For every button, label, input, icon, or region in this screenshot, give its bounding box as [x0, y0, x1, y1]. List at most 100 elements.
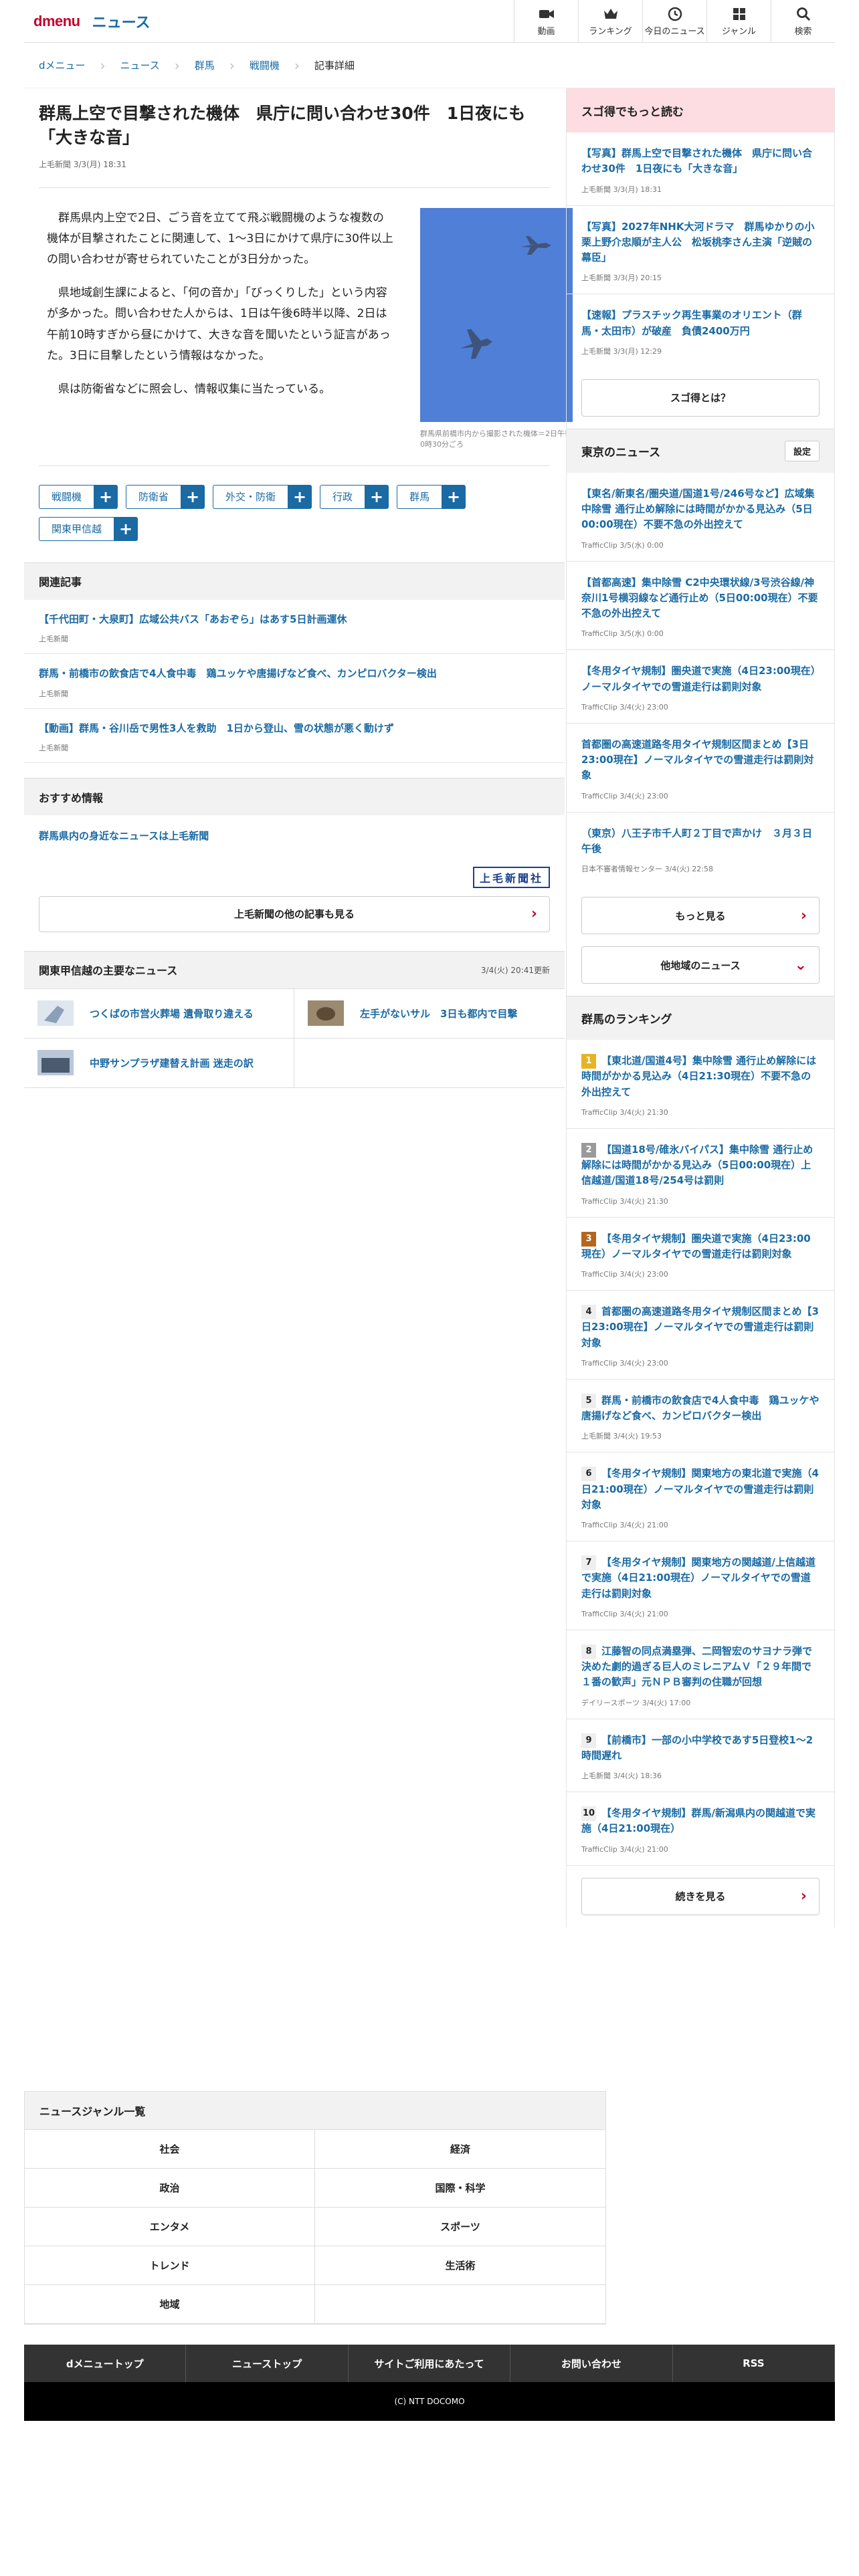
settings-button[interactable]: 設定	[784, 440, 820, 461]
rank-badge: 4	[581, 1305, 596, 1320]
breadcrumb-fighter[interactable]: 戦闘機	[250, 58, 280, 72]
plus-icon[interactable]: +	[94, 484, 118, 509]
jomo-shimbun-logo[interactable]: 上毛新聞社	[472, 866, 550, 888]
fighter-jet-image	[420, 207, 573, 422]
page: dmenu ニュース 動画 ランキング 今日のニュース ジャンル 検索 dメニュ…	[24, 0, 836, 2421]
footer-contact[interactable]: お問い合わせ	[510, 2345, 673, 2382]
nav-genre[interactable]: ジャンル	[706, 0, 771, 43]
breadcrumb-gunma[interactable]: 群馬	[195, 58, 215, 72]
jomo-logo-row: 上毛新聞社	[24, 853, 565, 896]
other-region-button[interactable]: 他地域のニュース ⌄	[581, 946, 820, 984]
rank-badge: 9	[581, 1733, 596, 1748]
tokyo-more-button[interactable]: もっと見る ›	[581, 897, 820, 934]
article-body: 群馬県内上空で2日、ごう音を立てて飛ぶ戦闘機のような複数の機体が目撃されたことに…	[39, 187, 573, 465]
tag-gunma[interactable]: 群馬 +	[397, 484, 466, 509]
news-section-title[interactable]: ニュース	[92, 11, 151, 32]
tag-diplomacy[interactable]: 外交・防衛 +	[213, 484, 312, 509]
footer-news-top[interactable]: ニューストップ	[186, 2345, 349, 2382]
plus-icon[interactable]: +	[114, 516, 138, 541]
ranking-item: 6 【冬用タイヤ規制】関東地方の東北道で実施（4日21:00現在）ノーマルタイヤで…	[567, 1453, 834, 1541]
tokyo-news-item: 【冬用タイヤ規制】圏央道で実施（4日23:00現在）ノーマルタイヤでの雪道走行は…	[567, 650, 834, 724]
chevron-right-icon: ›	[229, 57, 235, 74]
dmenu-logo[interactable]: dmenu	[33, 13, 80, 30]
site-header: dmenu ニュース 動画 ランキング 今日のニュース ジャンル 検索	[24, 0, 835, 43]
major-news-heading: 関東甲信越の主要なニュース	[39, 964, 178, 977]
sidebar: スゴ得でもっと読む 【写真】群馬上空で目撃された機体 県庁に問い合わせ30件 1…	[566, 88, 835, 1927]
related-item: 【千代田町・大泉町】広域公共バス「あおぞら」はあす5日計画運休 上毛新聞	[24, 600, 565, 654]
recommend-heading: おすすめ情報	[24, 778, 565, 815]
genre-item[interactable]: 経済	[315, 2130, 605, 2169]
genre-heading: ニュースジャンル一覧	[24, 2091, 606, 2130]
major-news-item[interactable]: つくばの市営火葬場 遺骨取り違える	[24, 988, 294, 1039]
ranking-item: 7 【冬用タイヤ規制】関東地方の関越道/上信越道で実施（4日21:00現在）ノーマ…	[567, 1541, 834, 1630]
ranking-item: 1 【東北道/国道4号】集中除雪 通行止め解除には時間がかかる見込み（4日21:3…	[567, 1040, 834, 1129]
ranking-link[interactable]: 2 【国道18号/碓氷バイパス】集中除雪 通行止め解除には時間がかかる見込み（5日…	[581, 1142, 820, 1189]
genre-empty	[315, 2285, 605, 2324]
ranking-link[interactable]: 7 【冬用タイヤ規制】関東地方の関越道/上信越道で実施（4日21:00現在）ノーマ…	[581, 1555, 820, 1602]
major-news-item[interactable]: 左手がないサル 3日も都内で目撃	[294, 989, 565, 1039]
breadcrumb-dmenu[interactable]: dメニュー	[39, 58, 86, 72]
article-photo[interactable]	[420, 207, 573, 422]
ranking-link[interactable]: 9 【前橋市】一部の小中学校であす5日登校1～2時間遅れ	[581, 1733, 820, 1764]
sugotoku-about-button[interactable]: スゴ得とは？	[581, 379, 820, 417]
ranking-link[interactable]: 8 江藤智の同点満塁弾、二岡智宏のサヨナラ弾で決めた劇的過ぎる巨人のミレニアムＶ「…	[581, 1644, 820, 1691]
ranking-link[interactable]: 4 首都圏の高速道路冬用タイヤ規制区間まとめ【3日23:00現在】ノーマルタイヤで…	[581, 1304, 820, 1351]
ranking-item: 10 【冬用タイヤ規制】群馬/新潟県内の関越道で実施（4日21:00現在） Traf…	[567, 1792, 834, 1866]
major-news-item[interactable]: 中野サンプラザ建替え計画 迷走の訳	[24, 1038, 294, 1088]
article-paragraph: 県は防衛省などに照会し、情報収集に当たっている。	[58, 382, 331, 396]
ranking-more-button[interactable]: 続きを見る ›	[581, 1877, 820, 1915]
tag-admin[interactable]: 行政 +	[320, 484, 389, 509]
genre-item[interactable]: エンタメ	[25, 2208, 315, 2246]
plus-icon[interactable]: +	[288, 484, 312, 509]
crown-icon	[603, 8, 617, 19]
plus-icon[interactable]: +	[181, 484, 205, 509]
rank-badge: 3	[581, 1231, 596, 1247]
nav-today[interactable]: 今日のニュース	[642, 0, 706, 43]
grid-icon	[733, 7, 745, 20]
genre-item[interactable]: 政治	[25, 2169, 315, 2208]
tag-kanto[interactable]: 関東甲信越 +	[39, 516, 138, 541]
clock-icon	[668, 7, 682, 21]
sugotoku-item: 【速報】プラスチック再生事業のオリエント（群馬・太田市）が破産 負債2400万円…	[581, 309, 802, 356]
ranking-link[interactable]: 5 群馬・前橋市の飲食店で4人食中毒 鶏ユッケや唐揚げなど食べ、カンピロバクター検…	[581, 1393, 820, 1424]
tokyo-news-item: （東京）八王子市千人町２丁目で声かけ ３月３日午後 日本不審者情報センター 3/4…	[581, 827, 813, 874]
article-meta: 上毛新聞 3/3(月) 18:31	[39, 159, 126, 169]
nav-video[interactable]: 動画	[514, 0, 578, 43]
article-paragraph: 群馬県内上空で2日、ごう音を立てて飛ぶ戦闘機のような複数の機体が目撃されたことに…	[47, 211, 393, 267]
sugotoku-item: 【写真】2027年NHK大河ドラマ 群馬ゆかりの小栗上野介忠順が主人公 松坂桃李…	[567, 206, 834, 295]
ranking-item: 2 【国道18号/碓氷バイパス】集中除雪 通行止め解除には時間がかかる見込み（5日…	[567, 1129, 834, 1218]
genre-item[interactable]: 社会	[25, 2130, 315, 2169]
genre-item[interactable]: トレンド	[25, 2246, 315, 2285]
news-thumbnail	[308, 1000, 344, 1026]
related-item: 【動画】群馬・谷川岳で男性3人を救助 1日から登山、雪の状態が悪く動けず 上毛新聞	[24, 709, 565, 763]
rank-badge: 2	[581, 1142, 596, 1158]
footer-rss[interactable]: RSS	[673, 2345, 836, 2382]
footer-dmenu-top[interactable]: dメニュートップ	[24, 2345, 187, 2382]
ranking-link[interactable]: 6 【冬用タイヤ規制】関東地方の東北道で実施（4日21:00現在）ノーマルタイヤで…	[581, 1466, 820, 1513]
plus-icon[interactable]: +	[365, 484, 389, 509]
rank-badge: 6	[581, 1467, 596, 1482]
chevron-right-icon: ›	[531, 905, 537, 922]
news-thumbnail	[37, 1050, 74, 1075]
genre-item[interactable]: 地域	[25, 2285, 315, 2324]
search-icon	[796, 7, 810, 21]
ranking-link[interactable]: 3 【冬用タイヤ規制】圏央道で実施（4日23:00現在）ノーマルタイヤでの雪道走行…	[581, 1231, 820, 1263]
tokyo-news-item: 【首都高速】集中除雪 C2中央環状線/3号渋谷線/神奈川1号横羽線など通行止め（…	[567, 562, 834, 651]
plus-icon[interactable]: +	[442, 484, 466, 509]
nav-ranking[interactable]: ランキング	[578, 0, 642, 43]
tag-fighter[interactable]: 戦闘機 +	[39, 484, 118, 509]
tag-mod[interactable]: 防衛省 +	[126, 484, 205, 509]
ranking-link[interactable]: 1 【東北道/国道4号】集中除雪 通行止め解除には時間がかかる見込み（4日21:3…	[581, 1053, 820, 1100]
genre-item[interactable]: 国際・科学	[315, 2169, 605, 2208]
footer-terms[interactable]: サイトご利用にあたって	[349, 2345, 511, 2382]
recommend-item: 群馬県内の身近なニュースは上毛新聞	[39, 830, 209, 842]
breadcrumb-news[interactable]: ニュース	[120, 58, 160, 72]
genre-item[interactable]: スポーツ	[315, 2208, 605, 2246]
genre-item[interactable]: 生活術	[315, 2246, 605, 2285]
rank-badge: 1	[581, 1054, 596, 1069]
tokyo-news-item: 首都圏の高速道路冬用タイヤ規制区間まとめ【3日23:00現在】ノーマルタイヤでの…	[567, 724, 834, 813]
nav-search[interactable]: 検索	[771, 0, 835, 43]
article-title: 群馬上空で目撃された機体 県庁に問い合わせ30件 1日夜にも「大きな音」	[39, 104, 526, 148]
ranking-link[interactable]: 10 【冬用タイヤ規制】群馬/新潟県内の関越道で実施（4日21:00現在）	[581, 1806, 820, 1837]
more-jomo-button[interactable]: 上毛新聞の他の記事も見る ›	[39, 895, 550, 932]
